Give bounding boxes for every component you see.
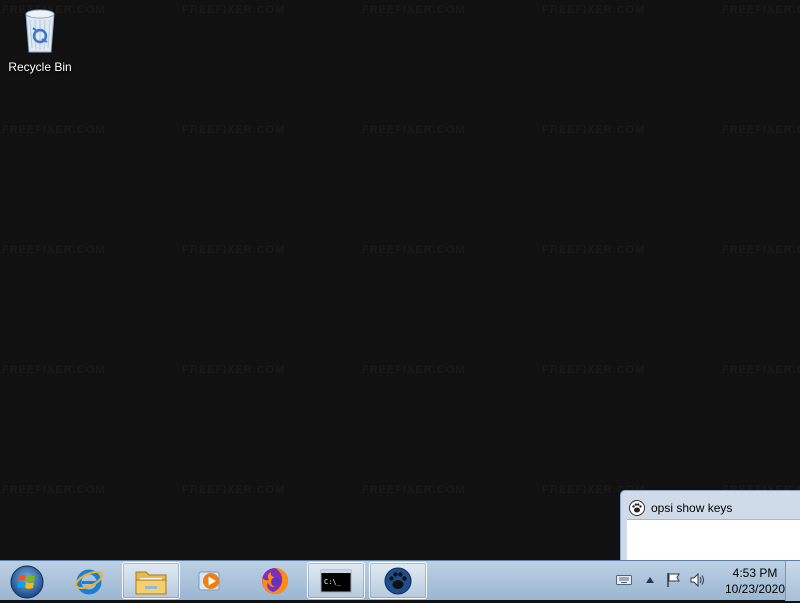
taskbar-item-internet-explorer[interactable]: [60, 562, 118, 599]
watermark-text: FREEFIXER.COM: [362, 484, 466, 496]
taskbar-item-command-prompt[interactable]: C:\_: [307, 562, 365, 599]
taskbar-item-firefox[interactable]: [246, 562, 304, 599]
watermark-text: FREEFIXER.COM: [362, 244, 466, 256]
clock-time: 4:53 PM: [732, 566, 778, 580]
taskbar-item-media-player[interactable]: [182, 562, 240, 599]
clock[interactable]: 4:53 PM 10/23/2020: [714, 565, 796, 597]
command-prompt-glyph: C:\_: [324, 578, 342, 586]
keyboard-icon[interactable]: [616, 574, 632, 586]
opsi-paw-icon: [384, 567, 412, 594]
watermark-text: FREEFIXER.COM: [542, 4, 646, 16]
watermark-text: FREEFIXER.COM: [722, 124, 800, 136]
taskbar-item-file-explorer[interactable]: [122, 562, 180, 599]
watermark-text: FREEFIXER.COM: [182, 484, 286, 496]
opsi-show-keys-window[interactable]: opsi show keys: [620, 490, 800, 562]
watermark-text: FREEFIXER.COM: [542, 364, 646, 376]
clock-date: 10/23/2020: [724, 582, 786, 596]
watermark-text: FREEFIXER.COM: [542, 124, 646, 136]
system-tray: 4:53 PM 10/23/2020: [612, 561, 800, 601]
watermark-text: FREEFIXER.COM: [362, 364, 466, 376]
watermark-text: FREEFIXER.COM: [362, 4, 466, 16]
desktop-icon-recycle-bin[interactable]: Recycle Bin: [6, 6, 74, 74]
firefox-icon: [262, 567, 289, 594]
watermark-text: FREEFIXER.COM: [182, 244, 286, 256]
watermark-text: FREEFIXER.COM: [722, 364, 800, 376]
window-title-bar[interactable]: opsi show keys: [629, 499, 732, 517]
speaker-icon[interactable]: [690, 573, 706, 587]
taskbar: C:\_ 4:53 PM 10/23/2020: [0, 560, 800, 601]
paw-icon: [629, 500, 645, 516]
watermark-text: FREEFIXER.COM: [182, 124, 286, 136]
show-hidden-arrow-icon[interactable]: [646, 577, 654, 583]
watermark-text: FREEFIXER.COM: [542, 244, 646, 256]
recycle-bin-icon: [25, 9, 55, 53]
file-explorer-folder-icon: [135, 571, 167, 594]
taskbar-item-opsi[interactable]: [369, 562, 427, 599]
watermark-text: FREEFIXER.COM: [182, 364, 286, 376]
watermark-text: FREEFIXER.COM: [722, 244, 800, 256]
start-button[interactable]: [6, 563, 48, 599]
action-center-flag-icon[interactable]: [666, 572, 682, 588]
window-content: [627, 519, 800, 561]
watermark-text: FREEFIXER.COM: [362, 124, 466, 136]
show-desktop-button[interactable]: [785, 561, 800, 601]
media-player-icon: [198, 571, 220, 590]
watermark-text: FREEFIXER.COM: [2, 124, 106, 136]
command-prompt-icon: C:\_: [320, 569, 352, 592]
watermark-text: FREEFIXER.COM: [182, 4, 286, 16]
window-title: opsi show keys: [651, 501, 733, 515]
watermark-text: FREEFIXER.COM: [722, 4, 800, 16]
watermark-text: FREEFIXER.COM: [2, 364, 106, 376]
desktop-icon-label: Recycle Bin: [8, 60, 72, 74]
watermark-text: FREEFIXER.COM: [2, 484, 106, 496]
windows-start-orb-icon: [10, 565, 44, 599]
watermark-text: FREEFIXER.COM: [2, 244, 106, 256]
internet-explorer-icon: [75, 569, 103, 594]
